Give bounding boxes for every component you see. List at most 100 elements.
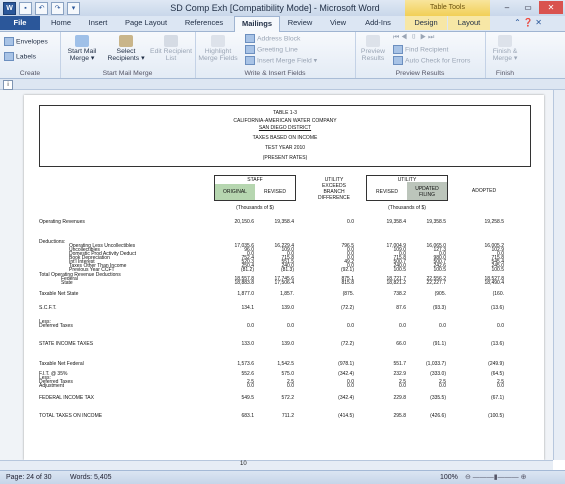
label-icon — [4, 52, 14, 61]
table-cell: 0.0 — [347, 383, 354, 389]
preview-results-button[interactable]: Preview Results — [357, 35, 389, 62]
table-cell: (93.3) — [432, 305, 446, 311]
table-cell: 0.0 — [287, 323, 294, 329]
table-cell: 683.1 — [241, 413, 254, 419]
zoom-slider[interactable]: ⊖ ———▮——— ⊕ — [465, 471, 526, 484]
table-cell: (13.6) — [490, 341, 504, 347]
mail-merge-icon — [75, 35, 89, 47]
table-cell: 66.0 — [396, 341, 406, 347]
tab-design[interactable]: Design — [405, 16, 447, 30]
table-cell: 0.0 — [347, 323, 354, 329]
page-count[interactable]: Page: 24 of 30 — [6, 471, 52, 484]
group-start-mail-merge: Start Mail Merge ▾ Select Recipients ▾ E… — [60, 32, 196, 78]
tab-add-ins[interactable]: Add-Ins — [358, 16, 398, 30]
highlight-merge-fields-button[interactable]: Highlight Merge Fields — [197, 35, 239, 62]
customize-icon[interactable]: ▾ — [67, 2, 80, 15]
table-cell: (81.2) — [240, 267, 254, 273]
finish-merge-button[interactable]: Finish & Merge ▾ — [487, 35, 523, 62]
edit-recipient-list-button[interactable]: Edit Recipient List — [150, 35, 192, 62]
word-count[interactable]: Words: 5,405 — [70, 471, 112, 484]
table-cell: 0.0 — [497, 323, 504, 329]
ribbon-tabs: File Home Insert Page Layout References … — [0, 16, 565, 32]
table-cell: (64.5) — [490, 371, 504, 377]
adopted-header: ADOPTED — [471, 188, 497, 194]
row-label: Deferred Taxes — [39, 323, 73, 329]
undo-icon[interactable]: ↶ — [35, 2, 48, 15]
preview-icon — [366, 35, 380, 47]
find-icon — [393, 45, 403, 54]
ribbon: Envelopes Labels Create Start Mail Merge… — [0, 32, 565, 79]
row-label: Adjustment — [39, 383, 65, 389]
insert-field-icon — [245, 56, 255, 65]
ruler-toggle-icon[interactable]: i — [3, 80, 13, 90]
table-cell: 0.0 — [399, 383, 406, 389]
insert-merge-field-button[interactable]: Insert Merge Field ▾ — [245, 56, 317, 65]
table-cell: 19,258.5 — [484, 219, 504, 225]
word-icon[interactable]: W — [3, 2, 16, 15]
greeting-line-button[interactable]: Greeting Line — [245, 45, 298, 54]
table-cell: 738.2 — [393, 291, 406, 297]
address-block-button[interactable]: Address Block — [245, 34, 300, 43]
table-cell: (72.2) — [340, 305, 354, 311]
table-cell: (333.0) — [430, 371, 446, 377]
tab-review[interactable]: Review — [282, 16, 318, 30]
vertical-scrollbar[interactable] — [553, 90, 565, 460]
table-subtitle: TAXES BASED ON INCOME — [252, 135, 318, 141]
tab-references[interactable]: References — [178, 16, 230, 30]
record-navigation[interactable]: ⏮ ◀ ▯ ▶ ⏭ — [393, 34, 434, 42]
restore-button[interactable]: ▭ — [518, 1, 538, 14]
start-mail-merge-button[interactable]: Start Mail Merge ▾ — [62, 35, 102, 62]
staff-units: (Thousands of $) — [236, 205, 274, 211]
table-cell: 100.5 — [433, 267, 446, 273]
table-header-box: TABLE 1-3 CALIFORNIA-AMERICAN WATER COMP… — [39, 105, 531, 167]
group-label-finish: Finish — [495, 70, 515, 77]
edit-list-icon — [164, 35, 178, 47]
group-finish: Finish & Merge ▾ Finish — [485, 32, 525, 78]
tab-page-layout[interactable]: Page Layout — [118, 16, 174, 30]
original-cell: ORIGINAL — [215, 184, 255, 200]
table-cell: 711.2 — [281, 413, 294, 419]
table-cell: 1,542.5 — [277, 361, 294, 367]
row-label: Operating Revenues — [39, 219, 85, 225]
table-cell: 139.0 — [281, 305, 294, 311]
tab-layout[interactable]: Layout — [448, 16, 490, 30]
find-recipient-button[interactable]: Find Recipient — [393, 45, 448, 54]
zoom-level[interactable]: 100% — [440, 471, 458, 484]
table-cell: 575.0 — [281, 371, 294, 377]
tab-insert[interactable]: Insert — [80, 16, 116, 30]
table-cell: 100.5 — [491, 267, 504, 273]
utility-revised-header: REVISED — [376, 189, 398, 195]
table-cell: 1,857. — [280, 291, 294, 297]
ribbon-help-icons[interactable]: ⌃ ❓ ✕ — [498, 16, 558, 30]
group-preview-results: Preview Results ⏮ ◀ ▯ ▶ ⏭ Find Recipient… — [355, 32, 486, 78]
highlight-icon — [211, 35, 225, 47]
table-cell: 18,883.8 — [234, 280, 254, 286]
table-cell: 0.0 — [287, 383, 294, 389]
table-cell: (67.1) — [490, 395, 504, 401]
table-cell: 229.8 — [393, 395, 406, 401]
tab-home[interactable]: Home — [44, 16, 78, 30]
table-cell: 572.2 — [281, 395, 294, 401]
table-tools-label: Table Tools — [405, 0, 490, 16]
minimize-button[interactable]: – — [497, 1, 517, 14]
table-cell: 815.8 — [341, 280, 354, 286]
envelopes-button[interactable]: Envelopes — [4, 37, 48, 46]
window-title: SD Comp Exh [Compatibility Mode] - Micro… — [170, 3, 380, 13]
table-cell: 1,877.0 — [237, 291, 254, 297]
redo-icon[interactable]: ↷ — [51, 2, 64, 15]
table-cell: (13.6) — [490, 305, 504, 311]
tab-view[interactable]: View — [322, 16, 354, 30]
auto-check-errors-button[interactable]: Auto Check for Errors — [393, 56, 470, 65]
save-icon[interactable]: ▪ — [19, 2, 32, 15]
tab-file[interactable]: File — [0, 16, 40, 30]
labels-button[interactable]: Labels — [4, 52, 36, 61]
close-button[interactable]: ✕ — [539, 1, 563, 14]
window-controls: – ▭ ✕ — [497, 1, 563, 14]
table-cell: 0.0 — [399, 323, 406, 329]
staff-header: STAFF — [247, 177, 263, 183]
tab-mailings[interactable]: Mailings — [234, 16, 280, 32]
select-recipients-button[interactable]: Select Recipients ▾ — [105, 35, 147, 62]
table-cell: 549.5 — [241, 395, 254, 401]
table-cell: (875. — [342, 291, 354, 297]
table-cell: (81.3) — [280, 267, 294, 273]
